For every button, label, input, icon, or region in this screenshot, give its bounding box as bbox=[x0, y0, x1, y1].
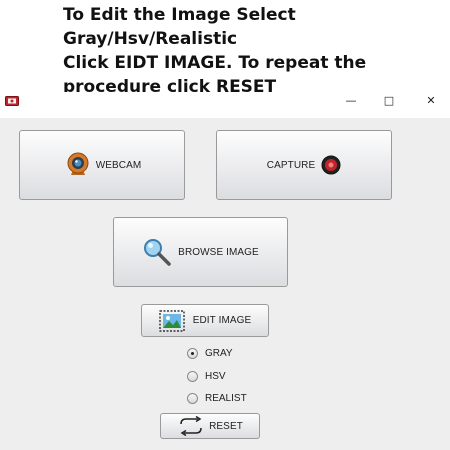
webcam-label: WEBCAM bbox=[95, 159, 142, 171]
maximize-button[interactable]: □ bbox=[378, 93, 400, 109]
capture-button[interactable]: CAPTURE bbox=[216, 130, 392, 200]
refresh-arrows-icon bbox=[177, 416, 205, 436]
app-window: — □ ✕ WEBCAM CAPTURE BROWSE IMAGE EDIT I… bbox=[0, 92, 450, 450]
title-bar[interactable]: — □ ✕ bbox=[0, 92, 450, 110]
radio-realistic-indicator[interactable] bbox=[187, 392, 198, 404]
radio-gray-indicator[interactable] bbox=[187, 347, 198, 359]
radio-hsv-indicator[interactable] bbox=[187, 370, 198, 382]
radio-gray[interactable]: GRAY bbox=[187, 345, 233, 361]
minimize-button[interactable]: — bbox=[340, 93, 362, 109]
radio-realistic[interactable]: REALIST bbox=[187, 390, 247, 406]
app-icon bbox=[5, 96, 19, 106]
instruction-line-3: Click EIDT IMAGE. To repeat the bbox=[63, 53, 367, 73]
landscape-image-icon bbox=[159, 309, 185, 332]
instruction-line-1: To Edit the Image Select bbox=[63, 5, 296, 25]
webcam-icon bbox=[63, 151, 93, 179]
record-icon bbox=[321, 155, 341, 175]
edit-image-label: EDIT IMAGE bbox=[192, 315, 252, 326]
reset-label: RESET bbox=[209, 420, 243, 432]
webcam-button[interactable]: WEBCAM bbox=[19, 130, 185, 200]
radio-realistic-label: REALIST bbox=[205, 392, 247, 404]
browse-image-label: BROWSE IMAGE bbox=[178, 246, 259, 258]
instructions-banner: To Edit the Image Select Gray/Hsv/Realis… bbox=[63, 3, 448, 99]
magnifier-icon bbox=[142, 237, 172, 267]
close-button[interactable]: ✕ bbox=[420, 93, 442, 109]
radio-gray-label: GRAY bbox=[205, 347, 233, 359]
reset-button[interactable]: RESET bbox=[160, 413, 260, 439]
instruction-line-2: Gray/Hsv/Realistic bbox=[63, 29, 238, 49]
edit-image-button[interactable]: EDIT IMAGE bbox=[141, 304, 269, 337]
radio-hsv-label: HSV bbox=[205, 370, 226, 382]
capture-label: CAPTURE bbox=[266, 159, 316, 171]
client-area: WEBCAM CAPTURE BROWSE IMAGE EDIT IMAGE G… bbox=[0, 118, 450, 450]
browse-image-button[interactable]: BROWSE IMAGE bbox=[113, 217, 288, 287]
radio-hsv[interactable]: HSV bbox=[187, 368, 226, 384]
